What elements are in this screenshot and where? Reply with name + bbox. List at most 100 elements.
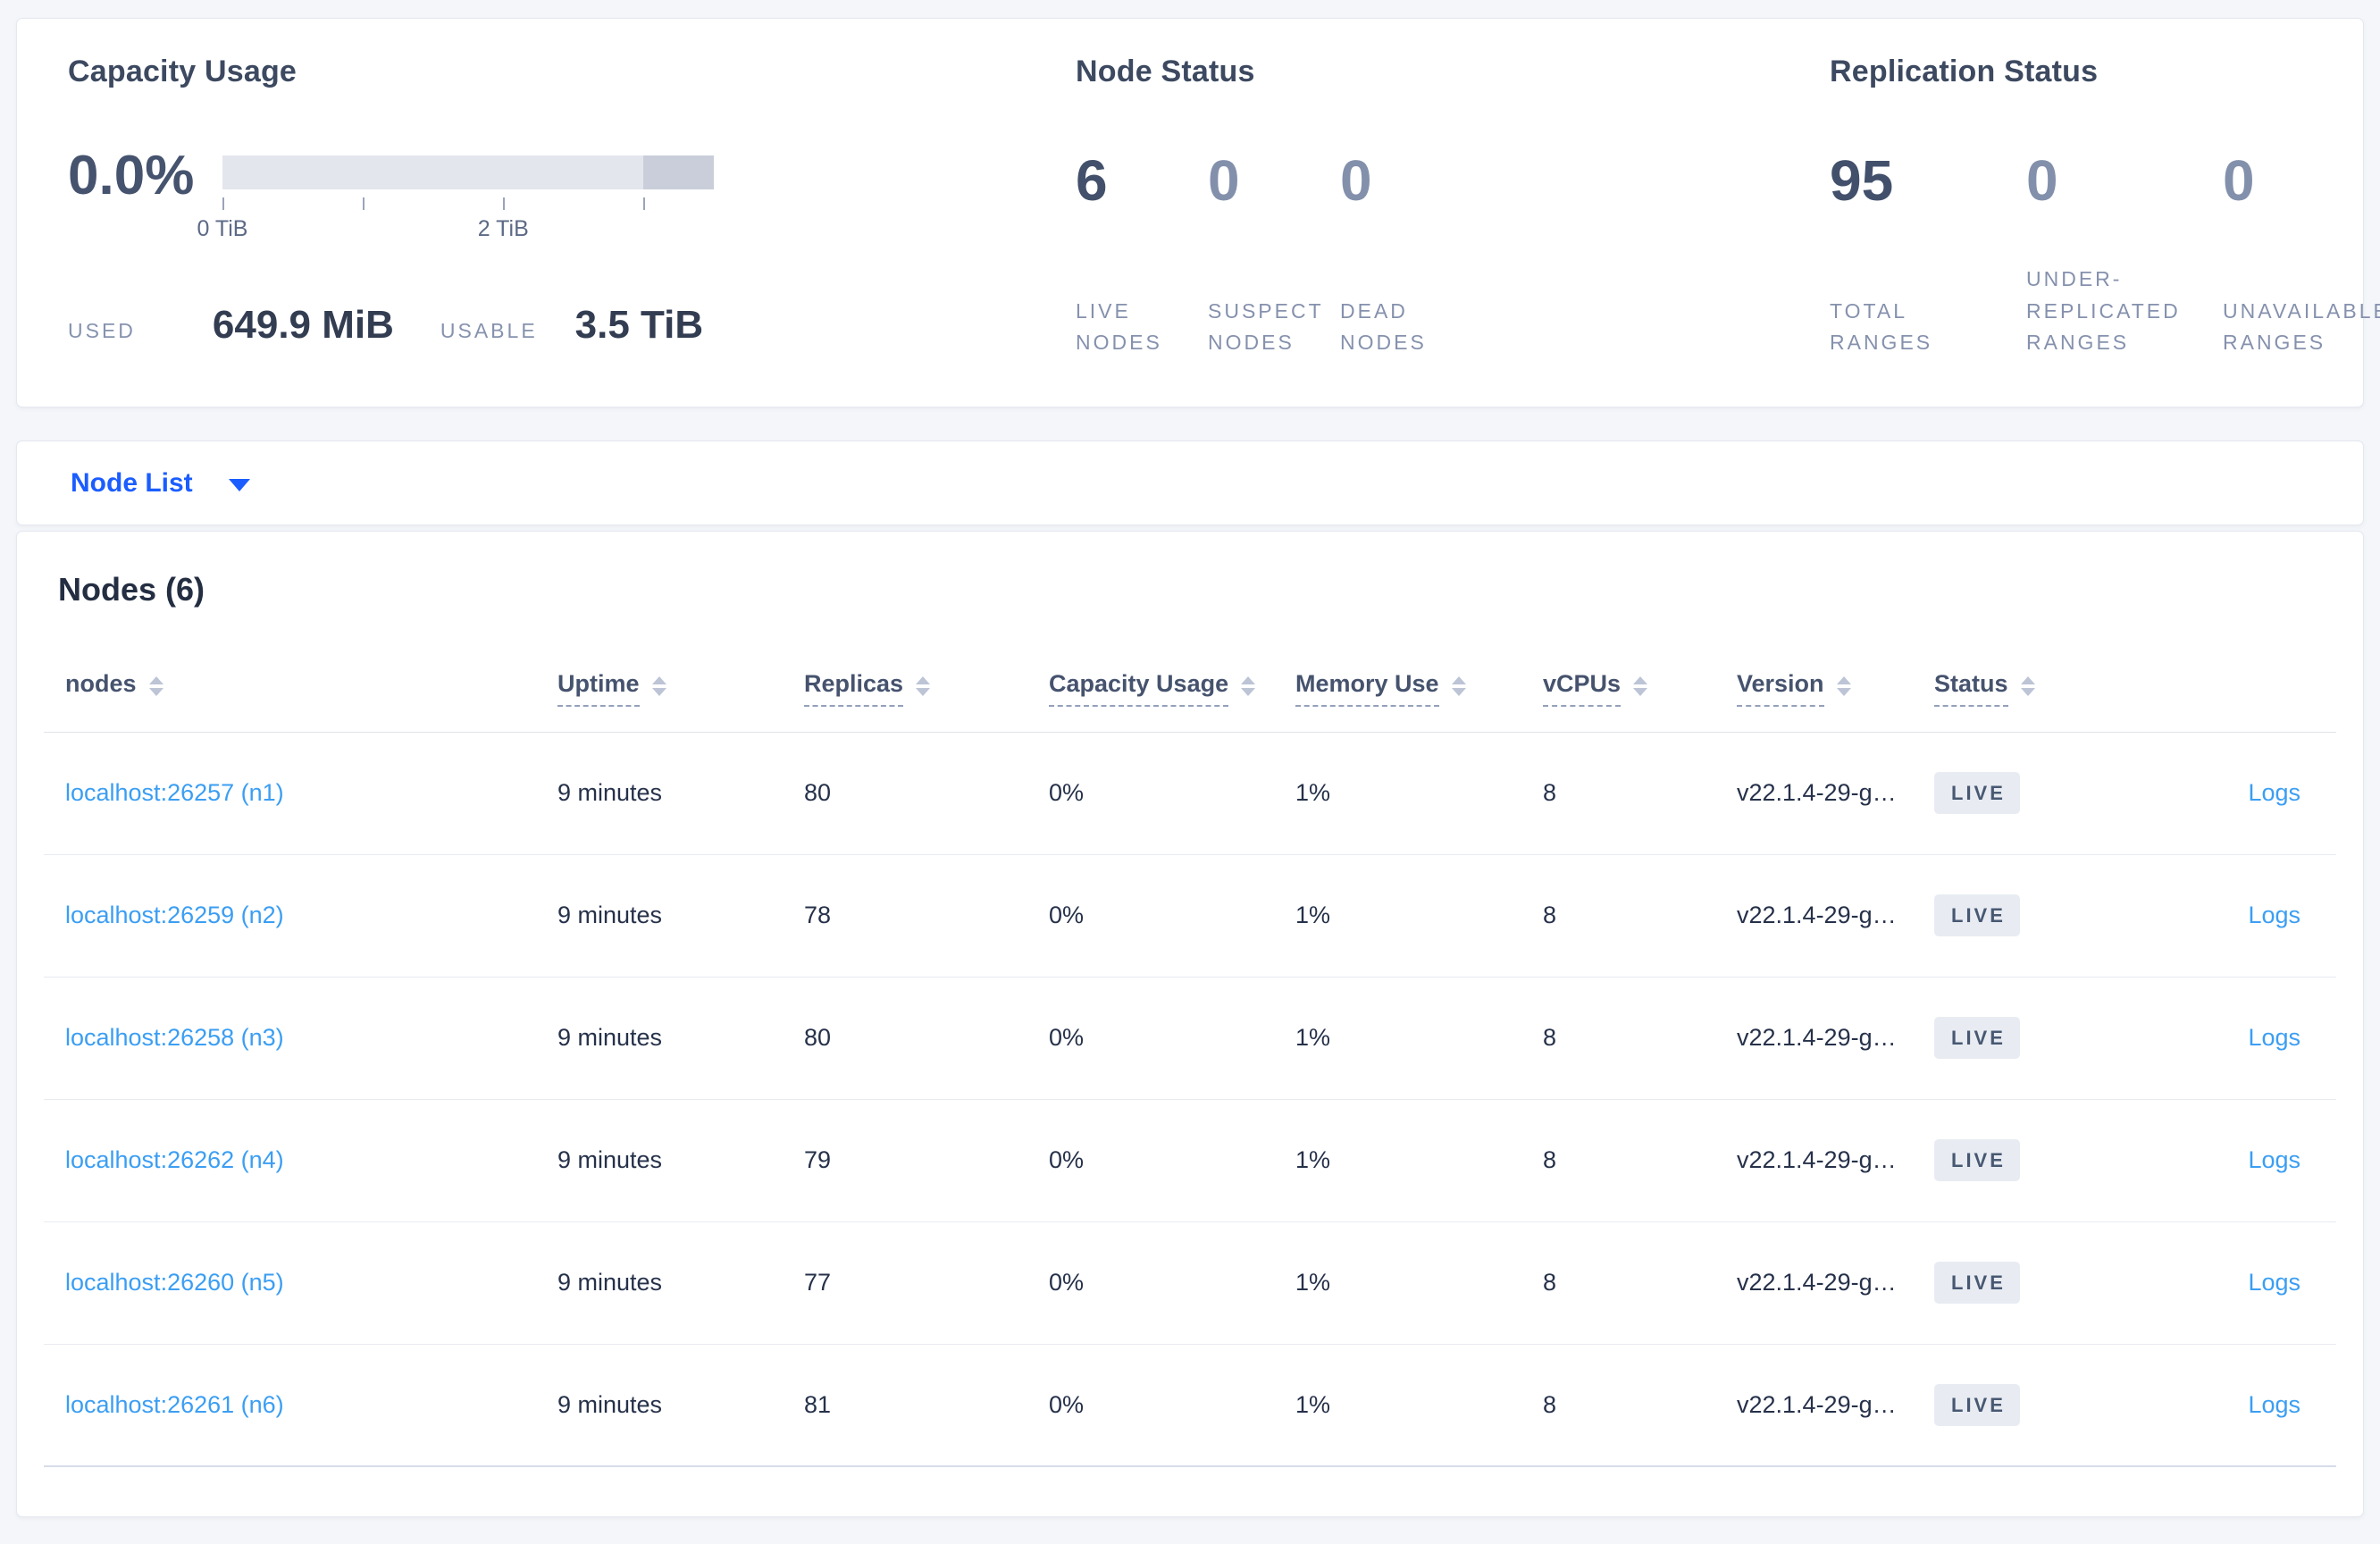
under-replicated-ranges-label: UNDER- REPLICATED RANGES: [2026, 267, 2181, 355]
total-ranges-label: TOTAL RANGES: [1830, 298, 1933, 355]
version-cell: v22.1.4-29-g…: [1737, 1390, 1897, 1418]
replicas-cell: 81: [804, 1390, 832, 1418]
capacity-usage-title: Capacity Usage: [68, 55, 298, 88]
total-ranges-value: 95: [1830, 148, 1894, 213]
capacity-usage-cell: 0%: [1049, 1146, 1085, 1174]
node-status-title: Node Status: [1076, 55, 1255, 88]
unavailable-ranges-value: 0: [2223, 148, 2255, 213]
memory-use-cell: 1%: [1295, 902, 1331, 929]
logs-link[interactable]: Logs: [2248, 902, 2300, 928]
capacity-usage-cell: 0%: [1049, 1269, 1085, 1296]
node-link[interactable]: localhost:26258 (n3): [65, 1024, 284, 1051]
replicas-cell: 77: [804, 1269, 832, 1296]
header-uptime-label: Uptime: [557, 670, 640, 707]
sort-icon: [148, 676, 163, 696]
status-badge: LIVE: [1934, 894, 2020, 937]
capacity-usage-section: Capacity Usage 0.0% 0 TiB 2 TiB USED 649…: [68, 55, 1076, 407]
nodes-table: nodes Uptime Replicas Capacity Usage Mem…: [44, 644, 2336, 1467]
vcpus-cell: 8: [1543, 1024, 1557, 1052]
capacity-bar-reserved-segment: [643, 155, 714, 189]
status-badge: LIVE: [1934, 1139, 2020, 1182]
header-memory-use-label: Memory Use: [1295, 670, 1439, 707]
suspect-nodes-value: 0: [1208, 148, 1240, 213]
header-nodes-label: nodes: [65, 670, 137, 697]
axis-tick-2: [503, 197, 506, 210]
table-row-n4: localhost:26262 (n4) 9 minutes 79 0% 1% …: [44, 1100, 2336, 1222]
logs-link[interactable]: Logs: [2248, 1269, 2300, 1296]
capacity-usage-cell: 0%: [1049, 1024, 1085, 1052]
sort-icon: [1241, 676, 1256, 696]
capacity-bar: [222, 155, 714, 189]
replication-status-title: Replication Status: [1830, 55, 2099, 88]
axis-tick-0: [222, 197, 224, 210]
memory-use-cell: 1%: [1295, 1146, 1331, 1174]
dead-nodes-label: DEAD NODES: [1340, 298, 1427, 355]
live-nodes-stat: 6 LIVE NODES: [1076, 152, 1192, 359]
header-uptime[interactable]: Uptime: [557, 670, 804, 707]
memory-use-cell: 1%: [1295, 1390, 1331, 1418]
replicas-cell: 80: [804, 779, 832, 807]
vcpus-cell: 8: [1543, 902, 1557, 929]
sort-icon: [1451, 676, 1466, 696]
table-header-row: nodes Uptime Replicas Capacity Usage Mem…: [44, 644, 2336, 733]
unavailable-ranges-stat: 0 UNAVAILABLE RANGES: [2223, 152, 2380, 359]
memory-use-cell: 1%: [1295, 1024, 1331, 1052]
header-status[interactable]: Status: [1934, 670, 2169, 707]
uptime-cell: 9 minutes: [557, 1024, 663, 1052]
replicas-cell: 80: [804, 1024, 832, 1052]
vcpus-cell: 8: [1543, 1390, 1557, 1418]
replicas-cell: 78: [804, 902, 832, 929]
header-version[interactable]: Version: [1737, 670, 1934, 707]
logs-link[interactable]: Logs: [2248, 1391, 2300, 1418]
usable-label: USABLE: [440, 319, 538, 342]
header-version-label: Version: [1737, 670, 1824, 707]
capacity-axis: 0 TiB 2 TiB: [197, 189, 714, 241]
memory-use-cell: 1%: [1295, 779, 1331, 807]
vcpus-cell: 8: [1543, 779, 1557, 807]
header-vcpus[interactable]: vCPUs: [1543, 670, 1737, 707]
version-cell: v22.1.4-29-g…: [1737, 779, 1897, 807]
suspect-nodes-label: SUSPECT NODES: [1208, 298, 1324, 355]
node-link[interactable]: localhost:26260 (n5): [65, 1269, 284, 1296]
dead-nodes-value: 0: [1340, 148, 1372, 213]
header-capacity-usage[interactable]: Capacity Usage: [1049, 670, 1295, 707]
sort-icon: [1836, 676, 1851, 696]
sort-icon: [2020, 676, 2035, 696]
capacity-bar-chart: 0 TiB 2 TiB: [197, 155, 714, 241]
replication-status-section: Replication Status 95 TOTAL RANGES 0 UND…: [1830, 55, 2380, 407]
table-row-n6: localhost:26261 (n6) 9 minutes 81 0% 1% …: [44, 1345, 2336, 1467]
header-vcpus-label: vCPUs: [1543, 670, 1622, 707]
node-link[interactable]: localhost:26262 (n4): [65, 1146, 284, 1173]
capacity-usage-cell: 0%: [1049, 902, 1085, 929]
under-replicated-ranges-value: 0: [2026, 148, 2058, 213]
usable-value: 3.5 TiB: [574, 303, 704, 347]
header-memory-use[interactable]: Memory Use: [1295, 670, 1543, 707]
nodes-table-title: Nodes (6): [58, 571, 205, 608]
vcpus-cell: 8: [1543, 1146, 1557, 1174]
logs-link[interactable]: Logs: [2248, 1024, 2300, 1051]
axis-tick-1: [363, 197, 365, 210]
node-link[interactable]: localhost:26257 (n1): [65, 779, 284, 806]
header-status-label: Status: [1934, 670, 2008, 707]
header-nodes[interactable]: nodes: [44, 670, 557, 707]
view-selector-strip: Node List: [16, 441, 2364, 525]
axis-tick-3: [643, 197, 646, 210]
replicas-cell: 79: [804, 1146, 832, 1174]
header-replicas[interactable]: Replicas: [804, 670, 1049, 707]
uptime-cell: 9 minutes: [557, 1269, 663, 1296]
uptime-cell: 9 minutes: [557, 1390, 663, 1418]
status-badge: LIVE: [1934, 1262, 2020, 1305]
status-badge: LIVE: [1934, 1383, 2020, 1426]
header-replicas-label: Replicas: [804, 670, 904, 707]
used-value: 649.9 MiB: [212, 303, 394, 347]
status-badge: LIVE: [1934, 1017, 2020, 1060]
node-link[interactable]: localhost:26259 (n2): [65, 902, 284, 928]
axis-label-0tib: 0 TiB: [197, 216, 248, 241]
sort-icon: [651, 676, 666, 696]
node-link[interactable]: localhost:26261 (n6): [65, 1391, 284, 1418]
node-list-dropdown[interactable]: Node List: [71, 468, 250, 499]
status-badge: LIVE: [1934, 772, 2020, 815]
suspect-nodes-stat: 0 SUSPECT NODES: [1208, 152, 1324, 359]
logs-link[interactable]: Logs: [2248, 1146, 2300, 1173]
logs-link[interactable]: Logs: [2248, 779, 2300, 806]
